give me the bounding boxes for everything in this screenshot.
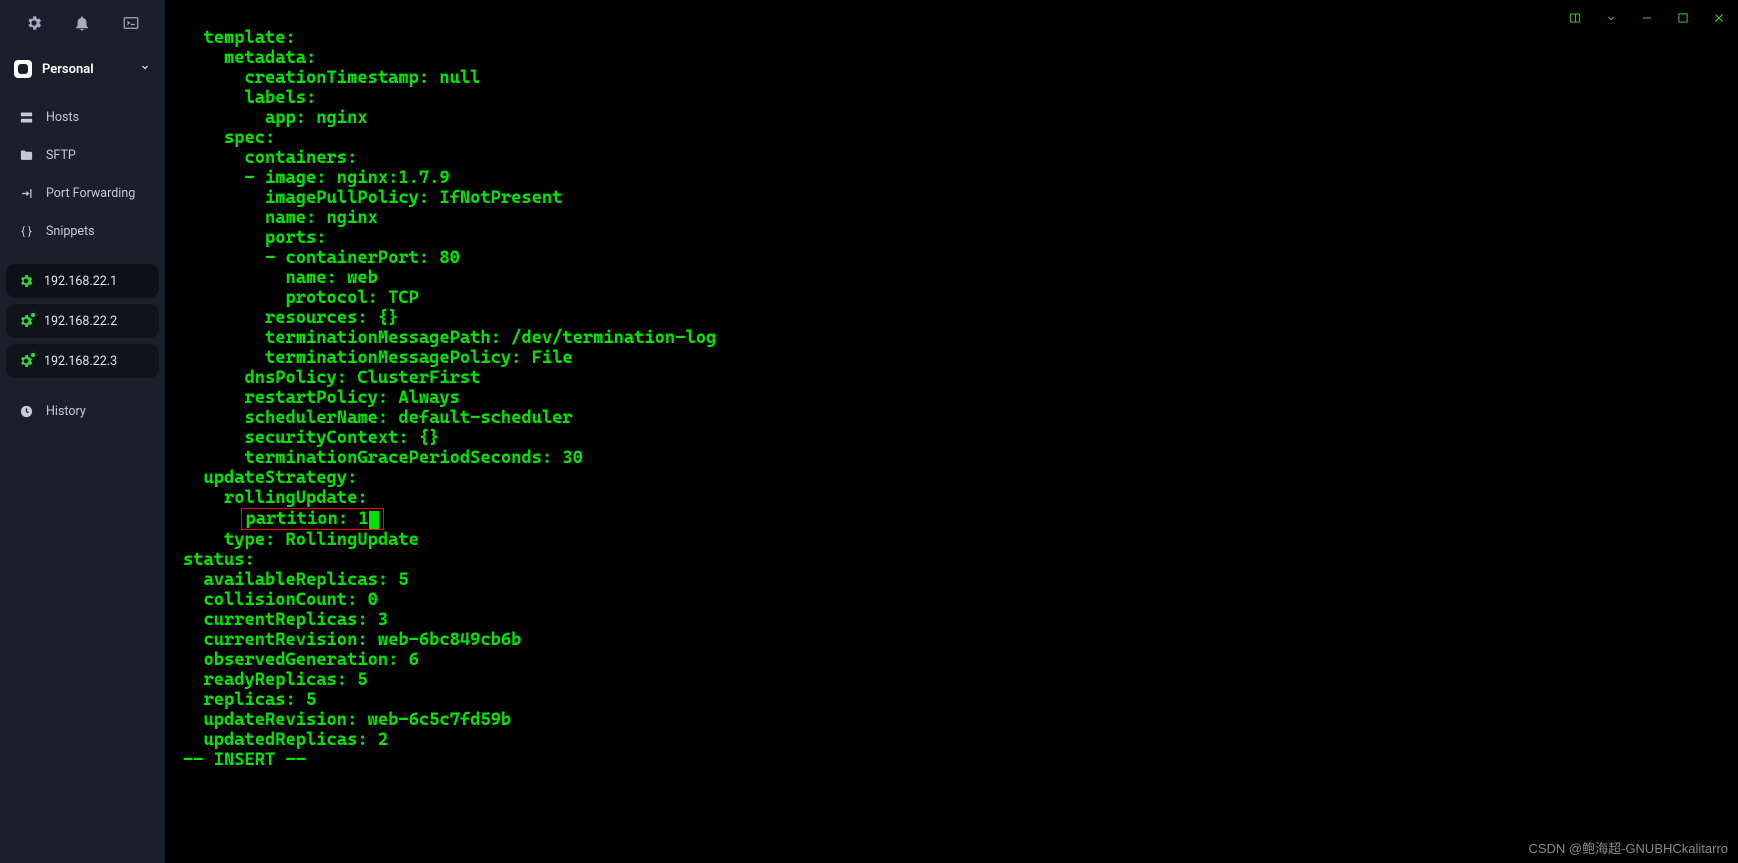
status-dot-icon	[29, 311, 37, 319]
session-gear-icon	[18, 273, 34, 289]
nav-hosts[interactable]: Hosts	[0, 98, 165, 136]
sessions-group: 192.168.22.1 192.168.22.2 192.168.22.3	[0, 260, 165, 382]
nav-section: Hosts SFTP Port Forwarding Snippets	[0, 88, 165, 260]
sidebar: Personal Hosts SFTP Port Forwarding Snip…	[0, 0, 165, 863]
bell-icon[interactable]	[73, 14, 91, 36]
session-gear-icon	[18, 353, 34, 369]
close-icon[interactable]	[1712, 10, 1726, 29]
terminal-pane[interactable]: template: metadata: creationTimestamp: n…	[165, 0, 1738, 863]
nav-section-bottom: History	[0, 382, 165, 440]
workspace-label: Personal	[42, 62, 94, 77]
window-controls	[1568, 10, 1726, 29]
forward-icon	[18, 185, 34, 201]
session-ip: 192.168.22.1	[44, 274, 117, 289]
session-ip: 192.168.22.3	[44, 354, 117, 369]
session-item[interactable]: 192.168.22.2	[6, 304, 159, 338]
nav-port-forwarding[interactable]: Port Forwarding	[0, 174, 165, 212]
nav-label: Hosts	[46, 110, 79, 125]
watermark-text: CSDN @鲍海超-GNUBHCkalitarro	[1528, 838, 1728, 857]
nav-label: Snippets	[46, 224, 95, 239]
session-item[interactable]: 192.168.22.1	[6, 264, 159, 298]
minimize-icon[interactable]	[1640, 10, 1654, 29]
session-item[interactable]: 192.168.22.3	[6, 344, 159, 378]
folder-icon	[18, 147, 34, 163]
nav-snippets[interactable]: Snippets	[0, 212, 165, 250]
server-icon	[18, 109, 34, 125]
panel-toggle-icon[interactable]	[1568, 10, 1582, 29]
clock-icon	[18, 403, 34, 419]
nav-label: Port Forwarding	[46, 186, 135, 201]
terminal-small-icon[interactable]	[122, 14, 140, 36]
top-icon-bar	[0, 0, 165, 50]
session-ip: 192.168.22.2	[44, 314, 117, 329]
braces-icon	[18, 223, 34, 239]
dropdown-icon[interactable]	[1604, 10, 1618, 29]
chevron-down-icon	[139, 61, 151, 77]
terminal-content: template: metadata: creationTimestamp: n…	[183, 28, 1738, 770]
settings-icon[interactable]	[25, 14, 43, 36]
workspace-icon	[14, 60, 32, 78]
nav-label: History	[46, 404, 86, 419]
nav-sftp[interactable]: SFTP	[0, 136, 165, 174]
maximize-icon[interactable]	[1676, 10, 1690, 29]
nav-label: SFTP	[46, 148, 76, 163]
status-dot-icon	[29, 351, 37, 359]
session-gear-icon	[18, 313, 34, 329]
nav-history[interactable]: History	[0, 392, 165, 430]
workspace-selector[interactable]: Personal	[0, 50, 165, 88]
